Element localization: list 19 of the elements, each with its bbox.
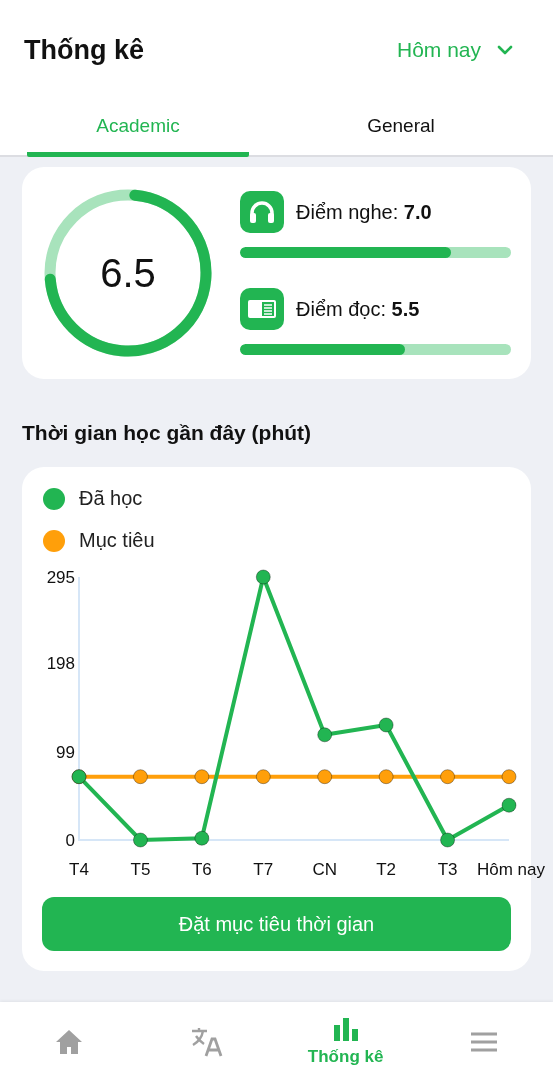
x-tick-label: Hôm nay: [477, 860, 545, 879]
y-tick-label: 295: [46, 568, 75, 587]
legend-label: Mục tiêu: [79, 529, 155, 552]
overall-score: 6.5: [100, 250, 156, 296]
y-tick-label: 198: [46, 654, 75, 674]
x-tick-label: T4: [69, 860, 89, 879]
y-tick-label: 99: [56, 742, 75, 762]
x-tick-label: T6: [191, 860, 212, 879]
x-tick-label: T2: [376, 860, 397, 879]
skill-score: Điểm nghe: 7.0: [296, 200, 432, 224]
page-title: Thống kê: [24, 34, 144, 66]
x-tick-label: T5: [130, 860, 151, 879]
x-tick-label: T3: [437, 860, 458, 879]
y-tick-label: 0: [65, 831, 75, 850]
legend-label: Đã học: [79, 487, 143, 510]
x-tick-label: CN: [312, 860, 337, 879]
skill-score: Điểm đọc: 5.5: [296, 297, 420, 321]
section-title: Thời gian học gần đây (phút): [22, 421, 313, 445]
x-tick-label: T7: [253, 860, 274, 879]
